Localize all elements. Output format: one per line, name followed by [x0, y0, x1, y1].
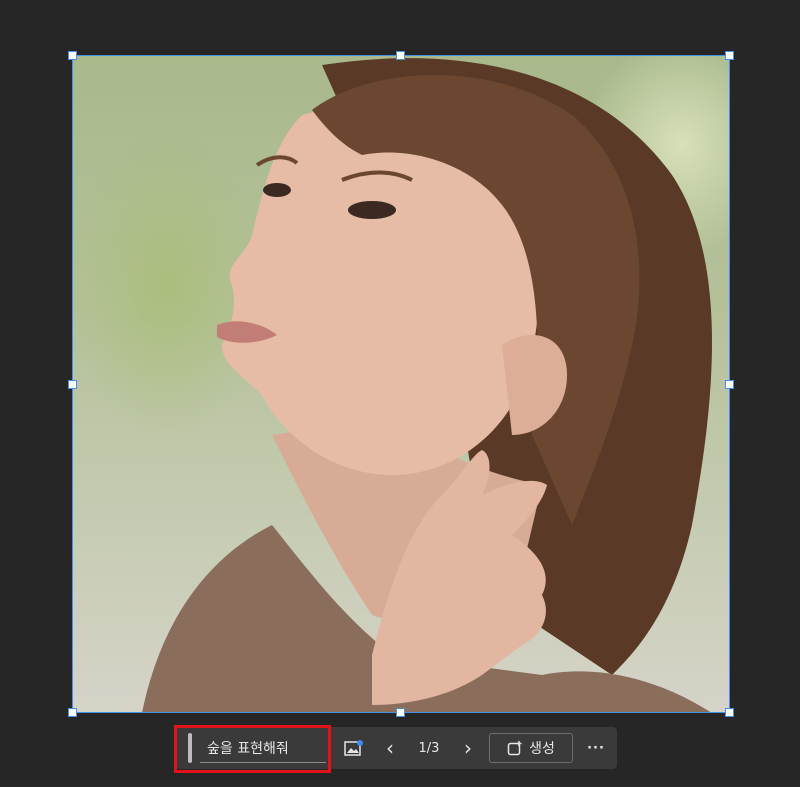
resize-handle-top[interactable]	[396, 51, 405, 60]
image-variation-icon	[344, 740, 363, 756]
resize-handle-bottom-right[interactable]	[725, 708, 734, 717]
next-button[interactable]: ›	[458, 735, 478, 761]
portrait-illustration	[142, 58, 712, 713]
prompt-highlight	[174, 725, 331, 773]
previous-button[interactable]: ‹	[380, 735, 400, 761]
resize-handle-bottom-left[interactable]	[68, 708, 77, 717]
resize-handle-top-left[interactable]	[68, 51, 77, 60]
resize-handle-top-right[interactable]	[725, 51, 734, 60]
resize-handle-bottom[interactable]	[396, 708, 405, 717]
resize-handle-right[interactable]	[725, 380, 734, 389]
more-options-button[interactable]: ···	[584, 735, 608, 761]
generate-icon	[507, 741, 522, 756]
page-indicator: 1/3	[418, 740, 440, 756]
generate-button[interactable]: 생성	[489, 733, 573, 763]
generate-label: 생성	[529, 741, 555, 757]
resize-handle-left[interactable]	[68, 380, 77, 389]
image-variation-button[interactable]	[342, 735, 366, 761]
generated-image[interactable]	[72, 55, 730, 713]
